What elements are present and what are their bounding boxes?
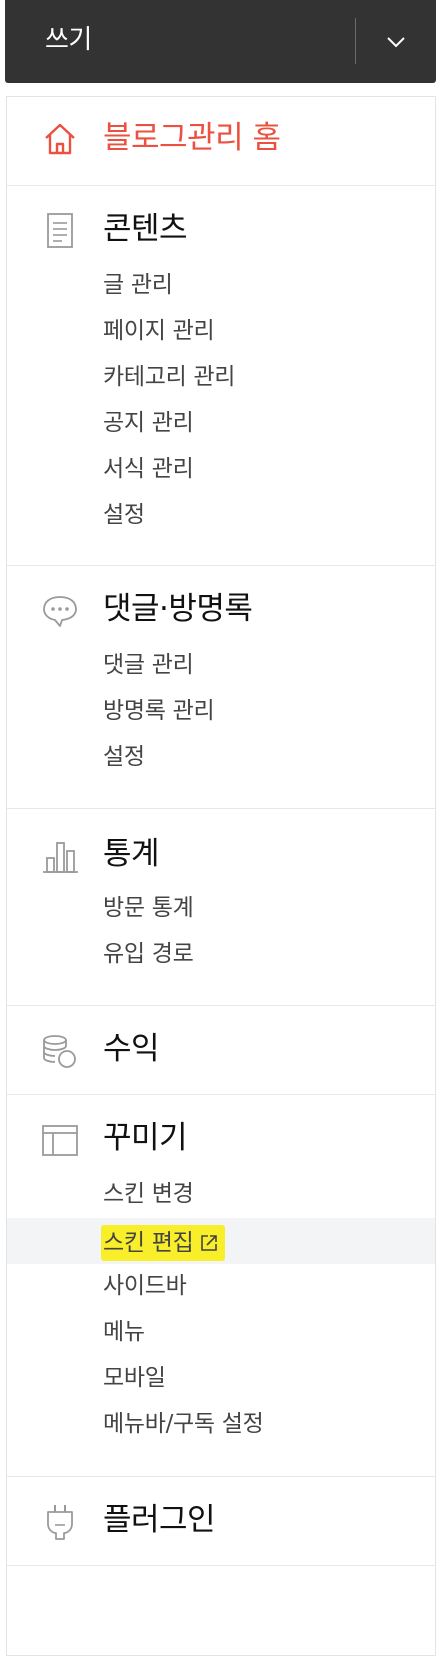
menu-item-label: 공지 관리 <box>103 410 194 436</box>
menu-item-post-manage[interactable]: 글 관리 <box>7 263 435 307</box>
section-comments-head[interactable]: 댓글·방명록 <box>7 589 435 639</box>
section-revenue-title: 수익 <box>103 1031 160 1067</box>
home-icon <box>45 123 75 155</box>
menu-item-page-manage[interactable]: 페이지 관리 <box>7 309 435 353</box>
menu-item-label: 설정 <box>103 502 145 528</box>
menu-item-label: 설정 <box>103 744 145 770</box>
menu-item-guestbook-manage[interactable]: 방명록 관리 <box>7 689 435 733</box>
menu-item-skin-change[interactable]: 스킨 변경 <box>7 1172 435 1216</box>
menu-item-skin-edit[interactable]: 스킨 편집 <box>7 1218 435 1264</box>
write-bar: 쓰기 <box>5 0 436 83</box>
menu-item-label: 스킨 변경 <box>103 1181 194 1207</box>
write-button[interactable]: 쓰기 <box>45 20 92 60</box>
menu-item-label: 방명록 관리 <box>103 698 215 724</box>
external-link-icon <box>201 1235 218 1251</box>
section-comments: 댓글·방명록 댓글 관리 방명록 관리 설정 <box>7 565 435 809</box>
menu-item-label: 유입 경로 <box>103 941 194 967</box>
menu-item-visit-stats[interactable]: 방문 통계 <box>7 886 435 930</box>
section-comments-title: 댓글·방명록 <box>103 591 253 627</box>
section-stats-title: 통계 <box>103 836 160 872</box>
menu-item-label: 카테고리 관리 <box>103 364 236 390</box>
home-link[interactable]: 블로그관리 홈 <box>7 119 435 169</box>
section-home: 블로그관리 홈 <box>7 97 435 186</box>
section-stats: 통계 방문 통계 유입 경로 <box>7 808 435 1006</box>
menu-item-label: 사이드바 <box>103 1273 187 1299</box>
section-contents: 콘텐츠 글 관리 페이지 관리 카테고리 관리 공지 관리 서식 관리 설정 <box>7 185 435 566</box>
menu-item-referrer[interactable]: 유입 경로 <box>7 932 435 976</box>
section-decorate: 꾸미기 스킨 변경 스킨 편집 사이드바 메뉴 모바일 메뉴바/구독 설정 <box>7 1094 435 1477</box>
menu-item-category-manage[interactable]: 카테고리 관리 <box>7 355 435 399</box>
section-plugin: 플러그인 <box>7 1476 435 1566</box>
section-revenue: 수익 <box>7 1005 435 1095</box>
section-stats-head[interactable]: 통계 <box>7 834 435 884</box>
write-dropdown-toggle[interactable] <box>356 0 436 83</box>
section-plugin-head[interactable]: 플러그인 <box>7 1500 435 1550</box>
menu-item-label: 댓글 관리 <box>103 652 194 678</box>
coins-icon <box>43 1035 76 1068</box>
section-decorate-title: 꾸미기 <box>103 1120 188 1156</box>
menu-item-mobile[interactable]: 모바일 <box>7 1356 435 1400</box>
menu-item-menubar-subscribe[interactable]: 메뉴바/구독 설정 <box>7 1402 435 1446</box>
section-contents-title: 콘텐츠 <box>103 211 188 247</box>
menu-item-label: 스킨 편집 <box>101 1225 226 1261</box>
menu-item-label: 메뉴바/구독 설정 <box>103 1411 264 1437</box>
section-contents-head[interactable]: 콘텐츠 <box>7 209 435 259</box>
section-plugin-title: 플러그인 <box>103 1502 216 1538</box>
menu-item-template-manage[interactable]: 서식 관리 <box>7 447 435 491</box>
chevron-down-icon <box>387 36 405 47</box>
menu-item-comments-settings[interactable]: 설정 <box>7 735 435 779</box>
menu-item-label: 방문 통계 <box>103 895 194 921</box>
skin-edit-text: 스킨 편집 <box>103 1230 194 1256</box>
menu-item-contents-settings[interactable]: 설정 <box>7 493 435 537</box>
menu-item-label: 모바일 <box>103 1365 166 1391</box>
highlight-mark: 스킨 편집 <box>101 1225 226 1261</box>
bar-chart-icon <box>43 842 78 873</box>
menu-item-notice-manage[interactable]: 공지 관리 <box>7 401 435 445</box>
layout-icon <box>42 1125 78 1156</box>
menu-item-menu[interactable]: 메뉴 <box>7 1310 435 1354</box>
admin-menu: 블로그관리 홈 콘텐츠 글 관리 페이지 관리 카테고리 관리 공지 관리 서식… <box>6 96 436 1656</box>
menu-item-sidebar[interactable]: 사이드바 <box>7 1264 435 1308</box>
menu-item-label: 글 관리 <box>103 272 173 298</box>
section-decorate-head[interactable]: 꾸미기 <box>7 1118 435 1168</box>
speech-bubble-icon <box>43 596 77 627</box>
menu-item-label: 메뉴 <box>103 1319 145 1345</box>
plug-icon <box>47 1505 73 1540</box>
home-label: 블로그관리 홈 <box>103 120 281 156</box>
menu-item-label: 서식 관리 <box>103 456 194 482</box>
document-icon <box>47 213 73 248</box>
section-revenue-head[interactable]: 수익 <box>7 1029 435 1079</box>
menu-item-comment-manage[interactable]: 댓글 관리 <box>7 643 435 687</box>
menu-item-label: 페이지 관리 <box>103 318 215 344</box>
